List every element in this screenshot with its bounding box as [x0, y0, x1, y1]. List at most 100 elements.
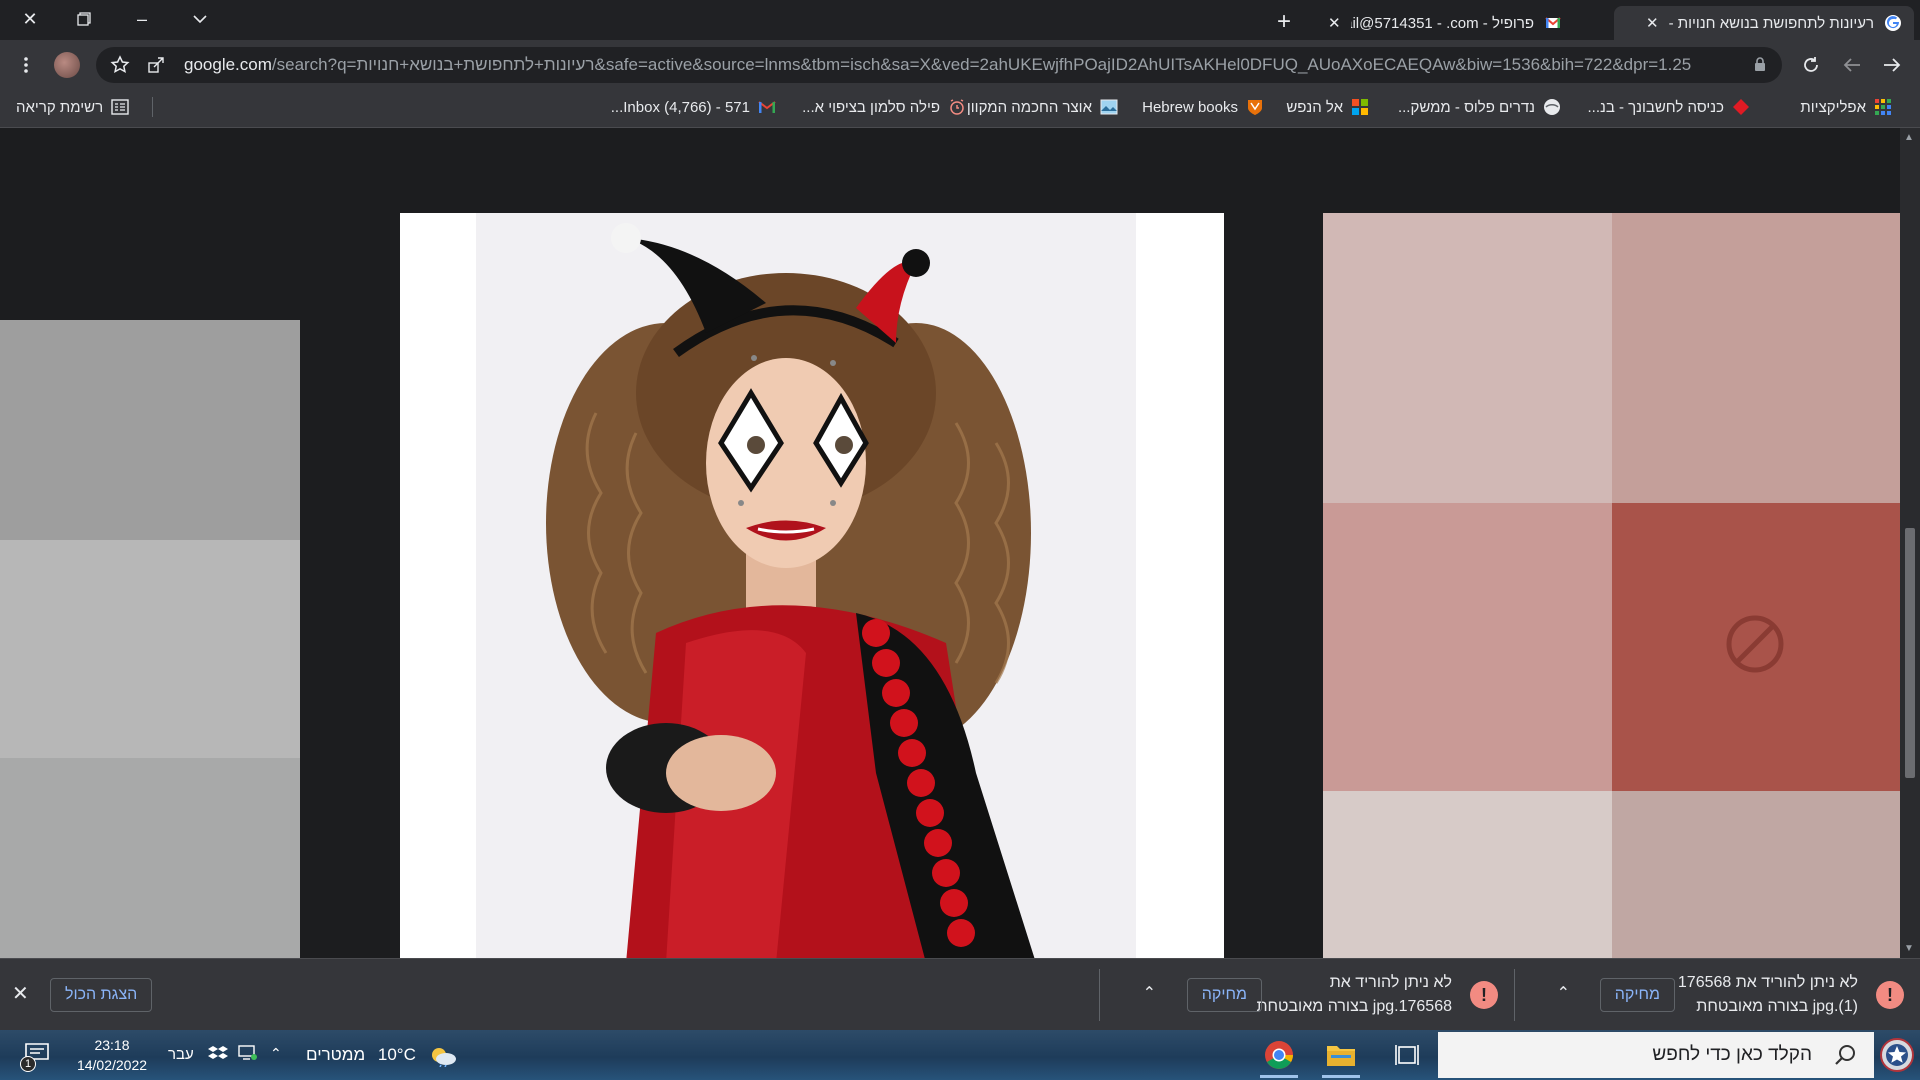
bookmark-otzar-hachochma[interactable]: אוצר החכמה המקוון [967, 90, 1118, 124]
close-tab-icon[interactable]: ✕ [1646, 14, 1659, 32]
show-hidden-icons-button[interactable]: ⌃ [270, 1045, 282, 1062]
arrow-right-icon [1884, 58, 1901, 72]
arrow-left-icon [1843, 58, 1860, 72]
bookmark-hebrew-books[interactable]: Hebrew books [1142, 90, 1264, 124]
image-tile [1612, 791, 1900, 958]
fox-shield-icon [1248, 100, 1262, 115]
red-diamond-icon [1733, 99, 1749, 115]
bookmark-bank-login[interactable]: כניסה לחשבונך - בנ... [1587, 90, 1750, 124]
scroll-down-icon[interactable]: ▼ [1904, 943, 1914, 954]
image-tile [0, 758, 300, 958]
downloads-bar: ! לא ניתן להוריד את 176568 (1).jpg בצורה… [0, 958, 1920, 1030]
alarm-clock-icon [950, 99, 964, 115]
task-view-button[interactable] [1382, 1034, 1432, 1076]
tab-google-search[interactable]: רעיונות לתחפושת בנושא חנויות - ✕ [1614, 6, 1914, 40]
bookmark-label: Hebrew books [1142, 98, 1238, 116]
taskbar-clock[interactable]: 23:18 14/02/2022 [70, 1035, 154, 1075]
chrome-app[interactable] [1254, 1034, 1304, 1078]
selected-image-frame[interactable] [400, 213, 1224, 958]
dropbox-glyph [208, 1046, 228, 1059]
bookmark-star-icon[interactable] [110, 55, 130, 75]
apps-grid-icon [1875, 99, 1891, 115]
harlequin-costume-photo [476, 213, 1136, 958]
address-bar[interactable]: google.com/search?q=רעיונות+לתחפושת+בנוש… [96, 47, 1782, 83]
scroll-up-icon[interactable]: ▲ [1904, 132, 1914, 143]
browser-menu-button[interactable] [10, 49, 42, 81]
image-tile [1612, 213, 1900, 503]
windows-taskbar: הקלד כאן כדי לחפש 10°C ממטרים ⌃ עבר 23:1… [0, 1030, 1920, 1080]
close-downloads-icon[interactable]: ✕ [12, 981, 29, 1006]
next-image-blocked[interactable] [1323, 213, 1900, 958]
minimize-window-button[interactable]: – [118, 0, 166, 38]
bookmark-gmail-inbox[interactable]: Inbox (4,766) - 571... [611, 90, 776, 124]
gmail-icon [1545, 17, 1561, 28]
tab-title: פרופיל - Gmail@5714351 - .com [1351, 14, 1534, 32]
previous-image-thumbnail[interactable] [0, 320, 300, 958]
start-button[interactable] [1880, 1038, 1914, 1072]
bookmark-label: Inbox (4,766) - 571... [610, 98, 750, 116]
url-text[interactable]: google.com/search?q=רעיונות+לתחפושת+בנוש… [184, 47, 1734, 83]
dropbox-icon[interactable] [208, 1045, 228, 1066]
back-button[interactable] [1876, 49, 1908, 81]
show-all-downloads-button[interactable]: הצגת הכול [50, 978, 153, 1012]
discard-button[interactable]: מחיקה [1599, 978, 1675, 1012]
lock-icon[interactable] [1754, 57, 1766, 71]
reading-list-icon [111, 99, 129, 115]
bookmark-apps[interactable]: אפליקציות [1800, 90, 1892, 124]
book-image-icon [1100, 99, 1118, 115]
tab-gmail[interactable]: פרופיל - Gmail@5714351 - .com ✕ [1316, 6, 1574, 40]
close-tab-icon[interactable]: ✕ [1328, 14, 1341, 32]
network-monitor-icon [238, 1045, 257, 1060]
download-item[interactable]: ! לא ניתן להוריד את 176568 (1).jpg בצורה… [1515, 959, 1920, 1031]
download-item[interactable]: ! לא ניתן להוריד את 176568.jpg בצורה מאו… [1100, 959, 1514, 1031]
weather-widget[interactable]: 10°C ממטרים [306, 1030, 457, 1080]
restore-icon [77, 12, 91, 26]
share-icon[interactable] [146, 55, 166, 75]
reading-list-button[interactable]: רשימת קריאה [16, 90, 129, 124]
page-scrollbar[interactable]: ▲ ▼ [1900, 128, 1920, 958]
bookmark-salmon-recipe[interactable]: פילה סלמון בציפוי א... [802, 90, 966, 124]
blocked-icon [1726, 615, 1784, 673]
bookmark-label: רשימת קריאה [16, 98, 104, 116]
browser-toolbar: google.com/search?q=רעיונות+לתחפושת+בנוש… [0, 40, 1920, 90]
image-tile [0, 320, 300, 540]
image-tile [0, 540, 300, 758]
reload-button[interactable] [1795, 49, 1827, 81]
bookmark-el-hanefesh[interactable]: אל הנפש [1286, 90, 1369, 124]
notification-count-badge: 1 [20, 1056, 36, 1072]
download-divider [1099, 969, 1100, 1021]
bookmarks-bar: אפליקציות כניסה לחשבונך - בנ... נדרים פל… [0, 90, 1920, 128]
chevron-up-icon[interactable]: ⌃ [1143, 983, 1156, 1003]
chrome-icon [1265, 1041, 1293, 1069]
kebab-menu-icon [24, 57, 28, 73]
search-icon [1835, 1045, 1855, 1065]
new-tab-button[interactable]: + [1268, 6, 1300, 38]
profile-avatar[interactable] [54, 52, 80, 78]
clock-time: 23:18 [94, 1037, 130, 1053]
google-icon [1885, 15, 1901, 31]
download-line: (1).jpg בצורה מאובטחת [1696, 998, 1858, 1015]
forward-button[interactable] [1836, 49, 1868, 81]
tab-title: רעיונות לתחפושת בנושא חנויות - [1668, 14, 1874, 32]
chevron-up-icon[interactable]: ⌃ [1557, 983, 1570, 1003]
restore-window-button[interactable] [60, 0, 108, 38]
close-window-button[interactable]: ✕ [6, 0, 54, 38]
reload-icon [1804, 57, 1818, 72]
bookmarks-divider [152, 97, 153, 117]
gmail-icon [758, 101, 776, 113]
input-language[interactable]: עבר [168, 1030, 194, 1080]
network-icon[interactable] [238, 1045, 258, 1064]
discard-button[interactable]: מחיקה [1186, 978, 1262, 1012]
tab-search-button[interactable] [176, 0, 224, 38]
weather-condition: ממטרים [306, 1045, 366, 1064]
chevron-down-icon [193, 15, 207, 24]
bookmark-label: אל הנפש [1286, 98, 1343, 116]
scroll-thumb[interactable] [1905, 528, 1915, 778]
bookmark-nedarim-plus[interactable]: נדרים פלוס - ממשק... [1398, 90, 1561, 124]
error-icon: ! [1470, 981, 1498, 1009]
file-explorer-app[interactable] [1316, 1034, 1366, 1078]
bookmark-label: נדרים פלוס - ממשק... [1397, 98, 1535, 116]
globe-icon [1544, 99, 1560, 115]
taskbar-search-box[interactable]: הקלד כאן כדי לחפש [1438, 1032, 1874, 1078]
star-badge-icon [1886, 1044, 1908, 1066]
